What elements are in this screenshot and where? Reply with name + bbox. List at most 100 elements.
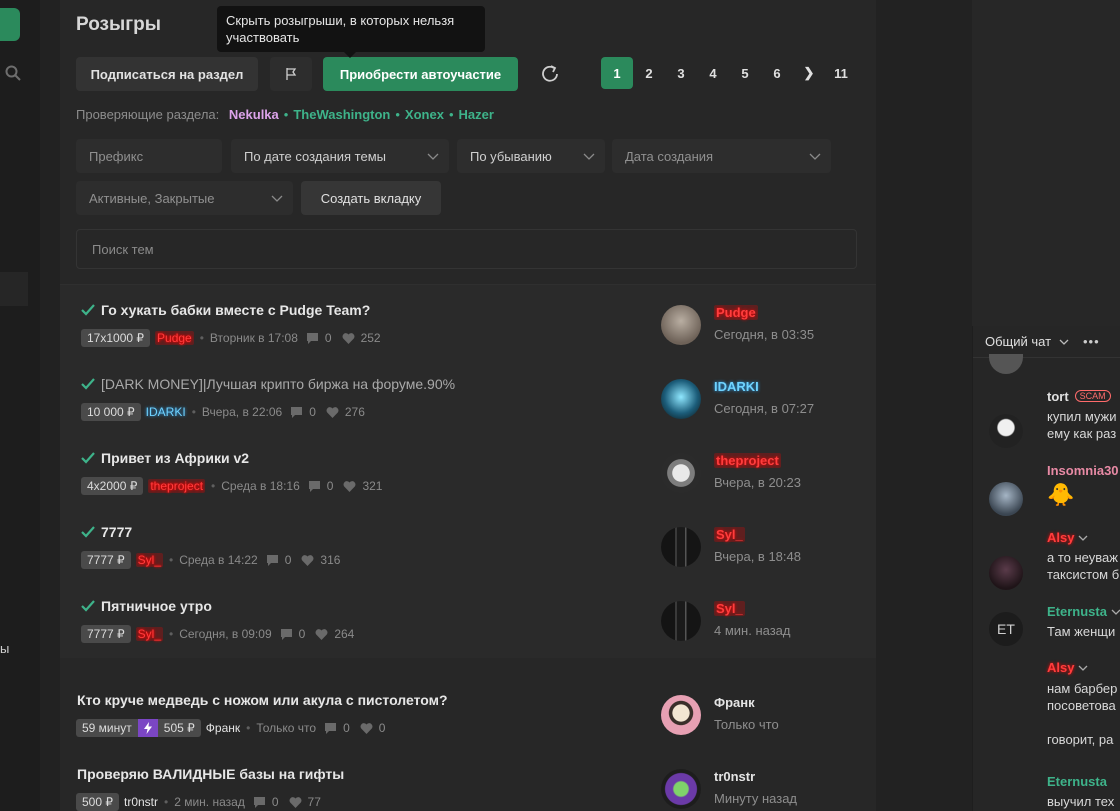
chat-username[interactable]: Insomnia30 xyxy=(1047,463,1119,478)
reply-count: 0 xyxy=(324,331,332,345)
avatar[interactable] xyxy=(989,354,1023,374)
avatar[interactable] xyxy=(989,414,1023,448)
topic-row[interactable]: [DARK MONEY]|Лучшая крипто биржа на фору… xyxy=(60,376,876,450)
topic-date: Вчера, в 22:06 xyxy=(201,405,283,419)
last-post-time: Вчера, в 18:48 xyxy=(714,549,801,564)
page-2[interactable]: 2 xyxy=(633,57,665,89)
next-page-icon[interactable]: ❯ xyxy=(793,57,825,89)
chat-username[interactable]: Eternusta xyxy=(1047,604,1120,619)
hide-raffles-button[interactable] xyxy=(270,57,312,91)
topic-author[interactable]: Франк xyxy=(206,721,240,735)
topic-author[interactable]: Pudge xyxy=(155,331,194,345)
avatar[interactable] xyxy=(661,527,701,567)
avatar[interactable] xyxy=(661,601,701,641)
last-post-user[interactable]: Syl_ xyxy=(714,527,745,542)
search-icon[interactable] xyxy=(4,64,22,82)
sort-select[interactable]: По дате создания темы xyxy=(231,139,449,173)
last-post-user[interactable]: Syl_ xyxy=(714,601,745,616)
rail-action-button[interactable] xyxy=(0,8,20,41)
last-post-user[interactable]: IDARKI xyxy=(714,379,759,394)
prefix-filter[interactable]: Префикс xyxy=(76,139,222,173)
avatar[interactable] xyxy=(661,453,701,493)
topic-author[interactable]: theproject xyxy=(148,479,206,493)
chat-username[interactable]: tort SCAM xyxy=(1047,389,1111,404)
topic-row[interactable]: Привет из Африки v2 4x2000 ₽ theproject … xyxy=(60,450,876,524)
reply-count: 0 xyxy=(298,627,306,641)
topic-date: Только что xyxy=(256,721,317,735)
heart-icon xyxy=(360,722,373,734)
avatar[interactable] xyxy=(989,556,1023,590)
avatar[interactable] xyxy=(989,482,1023,516)
moderator-link[interactable]: Nekulka xyxy=(229,107,279,122)
avatar[interactable] xyxy=(661,379,701,419)
topic-author[interactable]: Syl_ xyxy=(135,553,164,567)
avatar[interactable] xyxy=(661,305,701,345)
search-input[interactable]: Поиск тем xyxy=(76,229,857,269)
last-post-user[interactable]: Франк xyxy=(714,695,755,710)
last-post-user[interactable]: theproject xyxy=(714,453,781,468)
chevron-down-icon xyxy=(1059,339,1069,345)
topic-title[interactable]: Привет из Африки v2 xyxy=(81,450,249,466)
topic-title[interactable]: 7777 xyxy=(81,524,132,540)
page-6[interactable]: 6 xyxy=(761,57,793,89)
topic-title[interactable]: Кто круче медведь с ножом или акула с пи… xyxy=(77,692,448,708)
page-5[interactable]: 5 xyxy=(729,57,761,89)
moderator-link[interactable]: Hazer xyxy=(459,107,494,122)
topic-meta: 10 000 ₽ IDARKI • Вчера, в 22:06 0 276 xyxy=(81,403,365,421)
chevron-down-icon xyxy=(271,195,283,202)
topic-row[interactable]: Проверяю ВАЛИДНЫЕ базы на гифты 500 ₽ tr… xyxy=(60,766,876,811)
prize-tag: 17x1000 ₽ xyxy=(81,329,151,347)
moderator-link[interactable]: TheWashington xyxy=(293,107,390,122)
topic-row[interactable]: 7777 7777 ₽ Syl_ • Среда в 14:22 0 316 S… xyxy=(60,524,876,598)
comment-icon xyxy=(253,796,265,808)
chat-sticker: 🐥 xyxy=(1047,482,1075,507)
last-post: tr0nstr Минуту назад xyxy=(661,769,821,811)
prize-tag: 7777 ₽ xyxy=(81,625,131,643)
avatar[interactable] xyxy=(661,695,701,735)
topic-title[interactable]: Проверяю ВАЛИДНЫЕ базы на гифты xyxy=(77,766,344,782)
topic-row[interactable]: Кто круче медведь с ножом или акула с пи… xyxy=(60,692,876,766)
avatar[interactable] xyxy=(661,769,701,809)
create-tab-button[interactable]: Создать вкладку xyxy=(301,181,441,215)
subscribe-button[interactable]: Подписаться на раздел xyxy=(76,57,258,91)
like-count: 316 xyxy=(320,553,341,567)
refresh-icon[interactable] xyxy=(539,63,561,85)
heart-icon xyxy=(343,480,356,492)
topic-author[interactable]: Syl_ xyxy=(135,627,164,641)
topic-title[interactable]: Го хукать бабки вместе с Pudge Team? xyxy=(81,302,370,318)
page-4[interactable]: 4 xyxy=(697,57,729,89)
prize-tag: 7777 ₽ xyxy=(81,551,131,569)
last-post-user[interactable]: Pudge xyxy=(714,305,758,320)
reply-count: 0 xyxy=(271,795,279,809)
date-filter[interactable]: Дата создания xyxy=(612,139,831,173)
topic-title[interactable]: [DARK MONEY]|Лучшая крипто биржа на фору… xyxy=(81,376,455,392)
chat-username[interactable]: Eternusta xyxy=(1047,774,1107,789)
chat-title[interactable]: Общий чат xyxy=(985,334,1069,349)
order-select[interactable]: По убыванию xyxy=(457,139,605,173)
last-post: Франк Только что xyxy=(661,695,821,737)
rail-selected-item[interactable] xyxy=(0,272,28,306)
chat-username[interactable]: Alsy xyxy=(1047,530,1088,545)
moderator-link[interactable]: Xonex xyxy=(405,107,444,122)
topic-author[interactable]: tr0nstr xyxy=(124,795,158,809)
page-3[interactable]: 3 xyxy=(665,57,697,89)
topic-meta: 500 ₽ tr0nstr • 2 мин. назад 0 77 xyxy=(76,793,321,811)
more-icon[interactable]: ••• xyxy=(1083,334,1100,349)
topic-row[interactable]: Пятничное утро 7777 ₽ Syl_ • Сегодня, в … xyxy=(60,598,876,672)
chevron-down-icon xyxy=(1111,609,1120,615)
page-last[interactable]: 11 xyxy=(825,57,857,89)
last-post-time: 4 мин. назад xyxy=(714,623,791,638)
page-1[interactable]: 1 xyxy=(601,57,633,89)
chat-message: а то неуваж таксистом б xyxy=(1047,550,1120,582)
topic-author[interactable]: IDARKI xyxy=(146,405,186,419)
topic-row[interactable]: Го хукать бабки вместе с Pudge Team? 17x… xyxy=(60,302,876,376)
reply-count: 0 xyxy=(284,553,292,567)
gutter xyxy=(40,0,60,811)
chat-username[interactable]: Alsy xyxy=(1047,660,1088,675)
avatar[interactable]: ET xyxy=(989,612,1023,646)
last-post-user[interactable]: tr0nstr xyxy=(714,769,755,784)
topic-date: Сегодня, в 09:09 xyxy=(179,627,272,641)
state-filter[interactable]: Активные, Закрытые xyxy=(76,181,293,215)
topic-title[interactable]: Пятничное утро xyxy=(81,598,212,614)
autoparticipate-button[interactable]: Приобрести автоучастие xyxy=(323,57,518,91)
